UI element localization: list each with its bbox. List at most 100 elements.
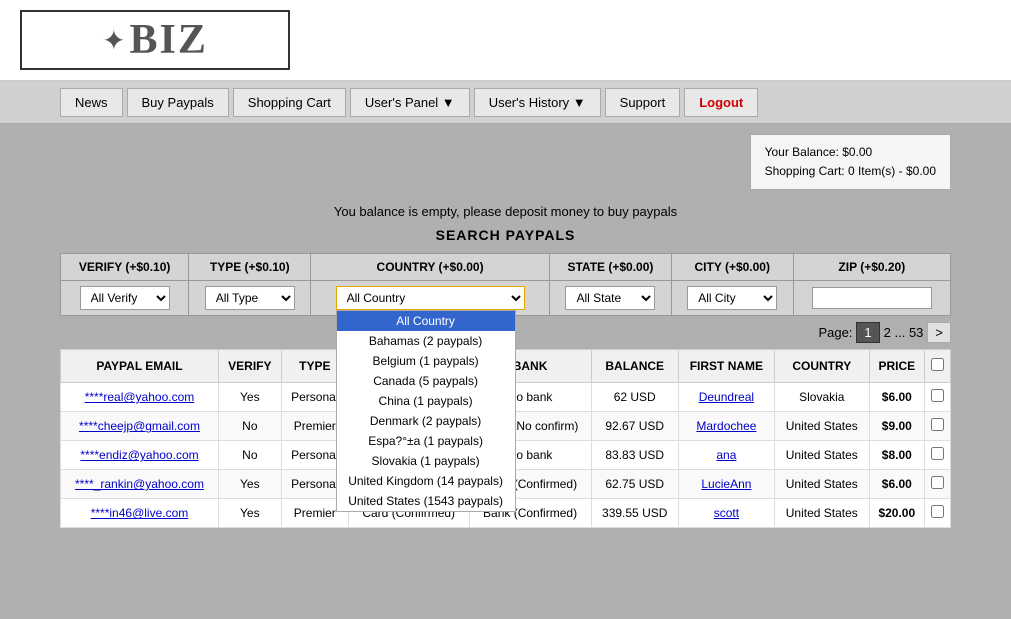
country-option-uk[interactable]: United Kingdom (14 paypals) <box>337 471 515 491</box>
search-title: SEARCH PAYPALS <box>60 223 951 253</box>
email-link[interactable]: ****cheejp@gmail.com <box>79 419 200 433</box>
country-option-bahamas[interactable]: Bahamas (2 paypals) <box>337 331 515 351</box>
country-dropdown-list: All Country Bahamas (2 paypals) Belgium … <box>336 310 516 512</box>
col-balance: BALANCE <box>591 350 678 383</box>
zip-input[interactable] <box>812 287 932 309</box>
cell-price: $9.00 <box>869 412 924 441</box>
cell-firstname[interactable]: LucieAnn <box>678 470 774 499</box>
cell-email[interactable]: ****_rankin@yahoo.com <box>61 470 219 499</box>
cell-checkbox <box>925 499 951 528</box>
country-option-denmark[interactable]: Denmark (2 paypals) <box>337 411 515 431</box>
logo-biz-text: BIZ <box>130 16 208 64</box>
cell-firstname[interactable]: Mardochee <box>678 412 774 441</box>
cell-checkbox <box>925 383 951 412</box>
filter-header-state: STATE (+$0.00) <box>550 254 672 281</box>
balance-area: Your Balance: $0.00 Shopping Cart: 0 Ite… <box>0 124 1011 194</box>
filter-header-country: COUNTRY (+$0.00) <box>311 254 550 281</box>
filter-header-city: CITY (+$0.00) <box>671 254 793 281</box>
cell-price: $6.00 <box>869 470 924 499</box>
filter-cell-country: All Country Bahamas (2 paypals) Belgium … <box>311 281 550 316</box>
cell-email[interactable]: ****endiz@yahoo.com <box>61 441 219 470</box>
filter-header-type: TYPE (+$0.10) <box>189 254 311 281</box>
cell-price: $20.00 <box>869 499 924 528</box>
type-select[interactable]: All Type <box>205 286 295 310</box>
cell-price: $6.00 <box>869 383 924 412</box>
email-link[interactable]: ****_rankin@yahoo.com <box>75 477 204 491</box>
cell-balance: 62.75 USD <box>591 470 678 499</box>
col-country: COUNTRY <box>774 350 869 383</box>
cell-country: United States <box>774 441 869 470</box>
cell-country: United States <box>774 470 869 499</box>
filter-cell-zip <box>793 281 950 316</box>
cell-price: $8.00 <box>869 441 924 470</box>
cell-checkbox <box>925 412 951 441</box>
nav-buy-paypals[interactable]: Buy Paypals <box>127 88 229 117</box>
firstname-link[interactable]: scott <box>714 506 739 520</box>
cell-country: Slovakia <box>774 383 869 412</box>
page-label: Page: <box>818 325 852 340</box>
filter-cell-state: All State <box>550 281 672 316</box>
cell-verify: Yes <box>218 499 281 528</box>
row-checkbox[interactable] <box>931 505 944 518</box>
country-option-canada[interactable]: Canada (5 paypals) <box>337 371 515 391</box>
cell-firstname[interactable]: scott <box>678 499 774 528</box>
firstname-link[interactable]: LucieAnn <box>701 477 751 491</box>
logo-box: ✦ BIZ <box>20 10 290 70</box>
cell-verify: Yes <box>218 470 281 499</box>
nav-users-panel[interactable]: User's Panel ▼ <box>350 88 470 117</box>
balance-line2: Shopping Cart: 0 Item(s) - $0.00 <box>765 162 936 181</box>
nav-users-history[interactable]: User's History ▼ <box>474 88 601 117</box>
row-checkbox[interactable] <box>931 476 944 489</box>
balance-box: Your Balance: $0.00 Shopping Cart: 0 Ite… <box>750 134 951 190</box>
header: ✦ BIZ <box>0 0 1011 82</box>
select-all-checkbox[interactable] <box>931 358 944 371</box>
email-link[interactable]: ****in46@live.com <box>91 506 189 520</box>
cell-email[interactable]: ****in46@live.com <box>61 499 219 528</box>
cell-balance: 339.55 USD <box>591 499 678 528</box>
col-email: PAYPAL EMAIL <box>61 350 219 383</box>
city-select[interactable]: All City <box>687 286 777 310</box>
col-verify: VERIFY <box>218 350 281 383</box>
country-option-belgium[interactable]: Belgium (1 paypals) <box>337 351 515 371</box>
page-next-label: 2 ... 53 <box>884 325 924 340</box>
country-option-slovakia[interactable]: Slovakia (1 paypals) <box>337 451 515 471</box>
verify-select[interactable]: All Verify <box>80 286 170 310</box>
main-content: You balance is empty, please deposit mon… <box>0 194 1011 548</box>
filter-cell-verify: All Verify <box>61 281 189 316</box>
page-next-button[interactable]: > <box>927 322 951 343</box>
balance-line1: Your Balance: $0.00 <box>765 143 936 162</box>
firstname-link[interactable]: ana <box>716 448 736 462</box>
country-option-espana[interactable]: Espa?°±a (1 paypals) <box>337 431 515 451</box>
cell-firstname[interactable]: Deundreal <box>678 383 774 412</box>
cell-country: United States <box>774 499 869 528</box>
firstname-link[interactable]: Mardochee <box>696 419 756 433</box>
cell-checkbox <box>925 441 951 470</box>
row-checkbox[interactable] <box>931 418 944 431</box>
page-1-button[interactable]: 1 <box>856 322 879 343</box>
nav-logout[interactable]: Logout <box>684 88 758 117</box>
country-select[interactable]: All Country Bahamas (2 paypals) Belgium … <box>336 286 525 310</box>
filter-header-verify: VERIFY (+$0.10) <box>61 254 189 281</box>
cell-email[interactable]: ****real@yahoo.com <box>61 383 219 412</box>
row-checkbox[interactable] <box>931 389 944 402</box>
nav-shopping-cart[interactable]: Shopping Cart <box>233 88 346 117</box>
email-link[interactable]: ****endiz@yahoo.com <box>80 448 198 462</box>
country-option-us[interactable]: United States (1543 paypals) <box>337 491 515 511</box>
navbar: News Buy Paypals Shopping Cart User's Pa… <box>0 82 1011 124</box>
email-link[interactable]: ****real@yahoo.com <box>85 390 195 404</box>
cell-email[interactable]: ****cheejp@gmail.com <box>61 412 219 441</box>
nav-support[interactable]: Support <box>605 88 681 117</box>
country-option-all[interactable]: All Country <box>337 311 515 331</box>
cell-firstname[interactable]: ana <box>678 441 774 470</box>
cell-balance: 62 USD <box>591 383 678 412</box>
firstname-link[interactable]: Deundreal <box>699 390 754 404</box>
cell-balance: 92.67 USD <box>591 412 678 441</box>
nav-news[interactable]: News <box>60 88 123 117</box>
row-checkbox[interactable] <box>931 447 944 460</box>
state-select[interactable]: All State <box>565 286 655 310</box>
logo-star-icon: ✦ <box>102 24 125 57</box>
cell-verify: No <box>218 441 281 470</box>
country-option-china[interactable]: China (1 paypals) <box>337 391 515 411</box>
col-price: PRICE <box>869 350 924 383</box>
cell-verify: No <box>218 412 281 441</box>
